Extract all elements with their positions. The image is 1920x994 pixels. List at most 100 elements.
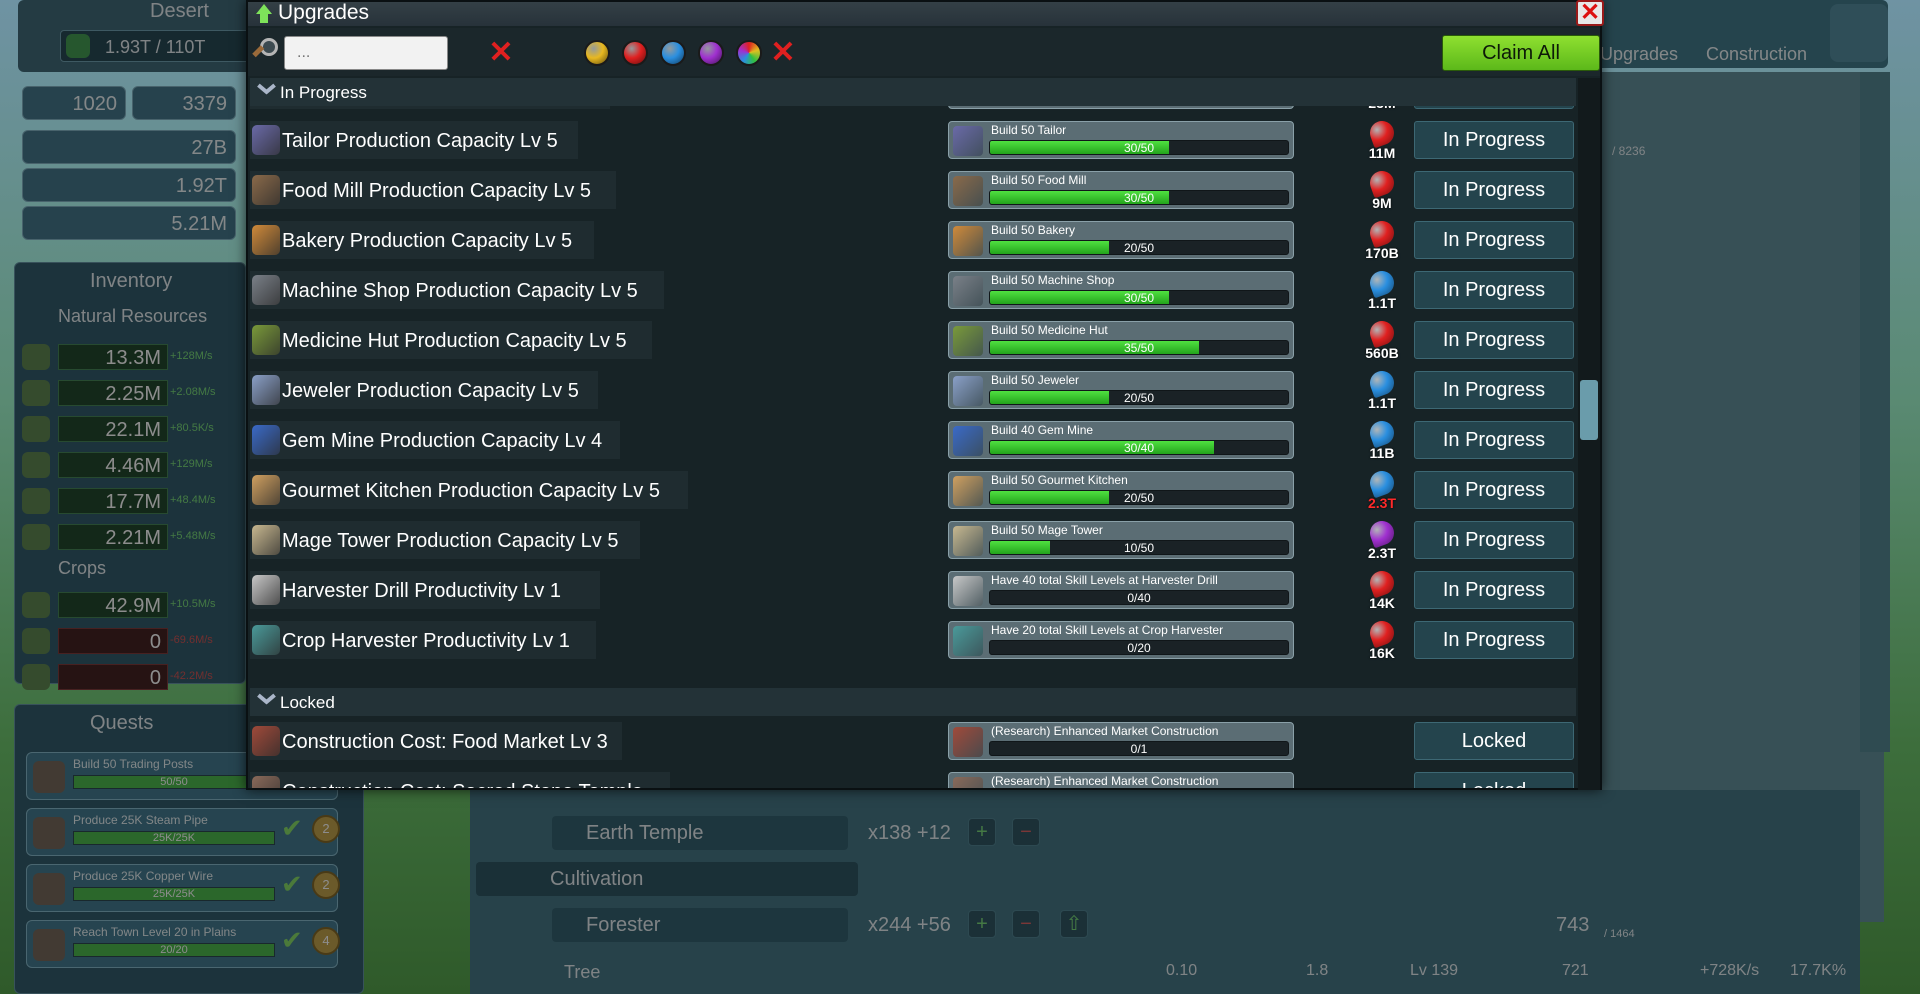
upgrade-status-button[interactable]: In Progress [1414,371,1574,409]
requirement-progress-value: 30/50 [1123,141,1155,155]
stat-workers: 3379 [132,86,236,120]
upgrade-status-button[interactable]: In Progress [1414,321,1574,359]
stat-population: 1020 [22,86,126,120]
requirement-icon [953,426,983,456]
rainbow-gem-filter-icon[interactable] [736,40,762,66]
requirement-progress-value: 20/50 [1123,241,1155,255]
upgrade-status-button[interactable]: In Progress [1414,571,1574,609]
upgrade-status-button[interactable]: In Progress [1414,121,1574,159]
resource-rate: +2.08M/s [170,386,216,398]
quest-reward: 2 [312,871,340,899]
section-locked[interactable]: Locked [250,688,1576,716]
currency-gold: 27B [22,130,236,164]
upgrade-status-button[interactable]: In Progress [1414,171,1574,209]
earth-temple-name: Earth Temple [586,822,704,844]
requirement-label: Build 50 Bakery [991,223,1076,237]
worker-count: 743 [1556,914,1590,936]
resource-value: 2.25M [58,380,168,406]
gold-gem-filter-icon[interactable] [584,40,610,66]
requirement-box: Build 50 Machine Shop 30/50 [948,271,1294,309]
gem-icon [1366,167,1398,199]
upgrade-name: Tailor Production Capacity Lv 5 [282,130,558,152]
upgrade-cost-value: 170B [1365,245,1399,261]
upgrade-row: Gourmet Kitchen Production Capacity Lv 5… [250,467,1576,513]
upgrade-status-button[interactable]: Locked [1414,772,1574,788]
purple-gem-filter-icon[interactable] [698,40,724,66]
quest-progress-value: 20/20 [160,944,188,956]
search-input[interactable] [284,36,448,70]
upgrade-cost-value: 16K [1369,645,1395,661]
requirement-progress-bar: 30/50 [989,190,1289,205]
quest-icon [33,761,65,793]
upgrade-row: Mage Tower Production Capacity Lv 5 Build… [250,517,1576,563]
clover-icon [66,34,90,58]
upgrade-row: Jeweler Production Capacity Lv 5 Build 50… [250,367,1576,413]
upgrade-cost: 1.1T [1360,367,1404,411]
upgrade-cost: 2.3T [1360,467,1404,511]
upgrade-status-button[interactable]: In Progress [1414,521,1574,559]
list-scrollbar[interactable] [1578,78,1600,790]
requirement-label: Build 50 Food Mill [991,173,1087,187]
requirement-icon [953,326,983,356]
requirement-progress-bar: 0/40 [989,590,1289,605]
upgrade-cost-value: 9M [1372,195,1392,211]
quest-name: Produce 25K Copper Wire [73,869,214,883]
requirement-label: Build 50 Medicine Hut [991,323,1108,337]
requirement-label: Build 40 Gem Mine [991,423,1094,437]
upgrade-status-button[interactable]: In Progress [1414,221,1574,259]
gem-icon [1366,517,1398,549]
upgrade-status-button[interactable]: In Progress [1414,421,1574,459]
requirement-progress-value: 0/20 [1127,641,1151,655]
upgrade-cost-value: 1.1T [1367,395,1396,411]
red-gem-filter-icon[interactable] [622,40,648,66]
building-icon [252,625,280,655]
upgrade-row: Construction Cost: Sacred Stone Temple (R… [250,768,1576,788]
quest-reward: 2 [312,815,340,843]
scrollbar-thumb[interactable] [1580,380,1598,440]
upgrade-status-button[interactable]: In Progress [1414,621,1574,659]
upgrade-row: Gem Mine Production Capacity Lv 4 Build 4… [250,417,1576,463]
quest-item: Reach Town Level 20 in Plains 20/20 ✔ 4 [26,920,340,968]
section-in-progress[interactable]: In Progress [250,78,1576,106]
section-in-progress-label: In Progress [280,83,367,102]
requirement-progress-bar: 30/50 [989,140,1289,155]
upgrade-cost-value: 14K [1369,595,1395,611]
resource-icon [22,524,50,550]
modal-toolbar: ✕ ✕ Claim All [248,28,1600,76]
building-icon [252,125,280,155]
clear-filters-button[interactable]: ✕ [770,38,796,68]
upgrade-name: Gourmet Kitchen Production Capacity Lv 5 [282,480,660,502]
close-button[interactable]: ✕ [1576,0,1604,26]
quest-progress-value: 25K/25K [152,832,196,844]
requirement-label: Have 40 total Skill Levels at Harvester … [991,573,1218,587]
modal-titlebar: Upgrades ✕ [248,0,1604,26]
requirement-label: Have 20 total Skill Levels at Crop Harve… [991,623,1224,637]
claim-all-button[interactable]: Claim All [1442,35,1600,71]
upgrade-status-button[interactable]: In Progress [1414,471,1574,509]
upgrade-cost: 2.3T [1360,517,1404,561]
gem-icon [1366,267,1398,299]
resource-value: 2.21M [58,524,168,550]
blue-gem-filter-icon[interactable] [660,40,686,66]
requirement-icon [953,476,983,506]
crop-rate: -42.2M/s [170,670,213,682]
building-icon [252,475,280,505]
requirement-progress-bar: 35/50 [989,340,1289,355]
upgrade-status-button[interactable]: In Progress [1414,271,1574,309]
building-icon [252,425,280,455]
region-title: Desert [150,0,209,22]
resource-rate: +80.5K/s [170,422,214,434]
earth-temple-remove-button: − [1012,818,1040,846]
requirement-progress-value: 10/50 [1123,541,1155,555]
requirement-box: Build 50 Tailor 30/50 [948,121,1294,159]
quest-icon [33,873,65,905]
crop-icon [22,592,50,618]
crop-icon [22,664,50,690]
building-icon [252,225,280,255]
upgrade-row: Machine Shop Production Capacity Lv 5 Bui… [250,267,1576,313]
clear-search-button[interactable]: ✕ [488,38,514,68]
resource-value: 22.1M [58,416,168,442]
upgrade-status-button[interactable]: Locked [1414,722,1574,760]
requirement-label: Build 50 Machine Shop [991,273,1115,287]
building-icon [252,726,280,756]
